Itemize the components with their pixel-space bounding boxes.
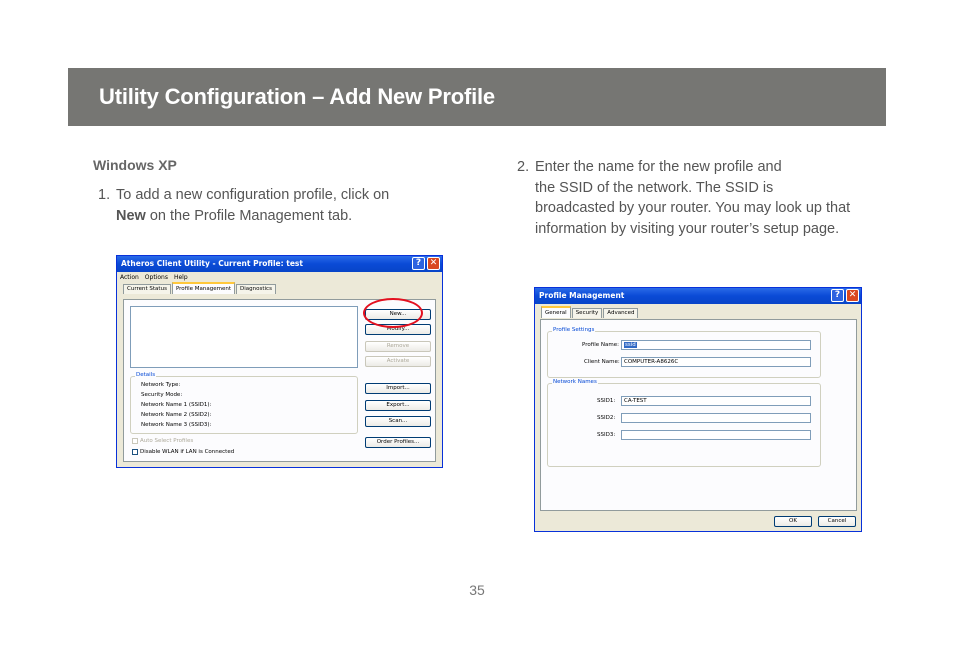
- profile-name-field[interactable]: ssid: [621, 340, 811, 350]
- network-names-label: Network Names: [552, 379, 598, 385]
- network-names-group: Network Names SSID1: CA-TEST SSID2: SSID…: [547, 379, 821, 467]
- order-profiles-button[interactable]: Order Profiles...: [365, 437, 431, 448]
- import-button[interactable]: Import...: [365, 383, 431, 394]
- detail-ssid3: Network Name 3 (SSID3):: [141, 422, 212, 428]
- profile-tabs: General Security Advanced: [535, 306, 861, 318]
- tab-diagnostics[interactable]: Diagnostics: [236, 284, 276, 294]
- ssid2-label: SSID2:: [597, 415, 616, 421]
- page-number: 35: [469, 582, 485, 598]
- step-2-line1: Enter the name for the new profile and: [535, 159, 782, 175]
- step-1: 1. To add a new configuration profile, cl…: [98, 185, 438, 227]
- ssid3-field[interactable]: [621, 430, 811, 440]
- cancel-button[interactable]: Cancel: [818, 516, 856, 527]
- step-2-number: 2.: [517, 159, 530, 175]
- profile-titlebar: Profile Management ? ✕: [535, 288, 861, 304]
- remove-button[interactable]: Remove: [365, 341, 431, 352]
- menu-bar: Action Options Help: [117, 272, 442, 283]
- detail-ssid2: Network Name 2 (SSID2):: [141, 412, 212, 418]
- details-label: Details: [135, 372, 157, 378]
- new-button-highlight: [363, 298, 423, 328]
- scan-button[interactable]: Scan...: [365, 416, 431, 427]
- disable-wlan-label: Disable WLAN if LAN is Connected: [140, 449, 235, 455]
- close-icon[interactable]: ✕: [427, 257, 440, 270]
- step-2-rest: the SSID of the network. The SSID is bro…: [535, 179, 851, 237]
- disable-wlan-checkbox[interactable]: [132, 449, 138, 455]
- ssid1-field[interactable]: CA-TEST: [621, 396, 811, 406]
- help-icon[interactable]: ?: [831, 289, 844, 302]
- step-1-number: 1.: [98, 187, 111, 203]
- menu-options[interactable]: Options: [145, 272, 168, 283]
- section-title: Windows XP: [93, 157, 177, 173]
- detail-ssid1: Network Name 1 (SSID1):: [141, 402, 212, 408]
- detail-security-mode: Security Mode:: [141, 392, 183, 398]
- close-icon[interactable]: ✕: [846, 289, 859, 302]
- ssid3-label: SSID3:: [597, 432, 616, 438]
- export-button[interactable]: Export...: [365, 400, 431, 411]
- atheros-window: Atheros Client Utility - Current Profile…: [116, 255, 443, 468]
- general-panel: Profile Settings Profile Name: ssid Clie…: [540, 319, 857, 511]
- atheros-titlebar: Atheros Client Utility - Current Profile…: [117, 256, 442, 272]
- auto-select-label: Auto Select Profiles: [140, 438, 194, 444]
- ssid1-label: SSID1:: [597, 398, 616, 404]
- client-name-field[interactable]: COMPUTER-A8626C: [621, 357, 811, 367]
- ok-button[interactable]: OK: [774, 516, 812, 527]
- header-banner: Utility Configuration – Add New Profile: [68, 68, 886, 126]
- ssid2-field[interactable]: [621, 413, 811, 423]
- auto-select-checkbox[interactable]: [132, 438, 138, 444]
- step-1-text: To add a new configuration profile, clic…: [116, 187, 390, 203]
- details-group: Details Network Type: Security Mode: Net…: [130, 372, 358, 434]
- activate-button[interactable]: Activate: [365, 356, 431, 367]
- profile-list[interactable]: [130, 306, 358, 368]
- tab-security[interactable]: Security: [571, 308, 603, 318]
- tab-general[interactable]: General: [541, 306, 571, 318]
- atheros-tabs: Current Status Profile Management Diagno…: [117, 282, 442, 294]
- tab-current-status[interactable]: Current Status: [123, 284, 171, 294]
- profile-name-value: ssid: [624, 342, 637, 348]
- client-name-label: Client Name:: [584, 359, 620, 365]
- help-icon[interactable]: ?: [412, 257, 425, 270]
- menu-action[interactable]: Action: [120, 272, 139, 283]
- detail-network-type: Network Type:: [141, 382, 181, 388]
- tab-profile-management[interactable]: Profile Management: [171, 282, 236, 294]
- profile-window-title: Profile Management: [539, 291, 625, 300]
- profile-settings-label: Profile Settings: [552, 327, 596, 333]
- atheros-title: Atheros Client Utility - Current Profile…: [121, 259, 303, 268]
- step-1-bold: New: [116, 208, 146, 224]
- profile-name-label: Profile Name:: [582, 342, 619, 348]
- profile-settings-group: Profile Settings Profile Name: ssid Clie…: [547, 327, 821, 378]
- step-1-text-after: on the Profile Management tab.: [145, 208, 353, 224]
- page-title: Utility Configuration – Add New Profile: [99, 84, 495, 109]
- profile-management-window: Profile Management ? ✕ General Security …: [534, 287, 862, 532]
- tab-advanced[interactable]: Advanced: [603, 308, 639, 318]
- step-2: 2. Enter the name for the new profile and…: [517, 157, 857, 239]
